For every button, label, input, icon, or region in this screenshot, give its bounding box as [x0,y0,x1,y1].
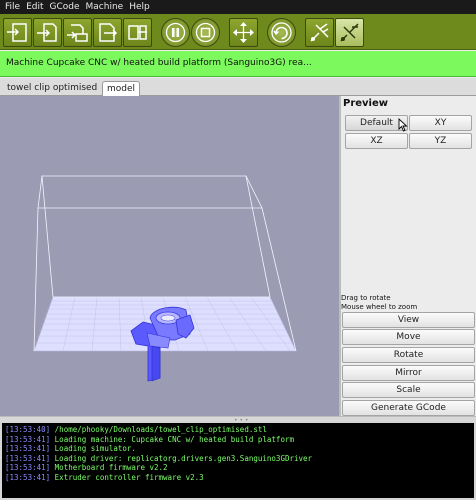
print-sd-icon [99,23,118,42]
pause-button[interactable] [161,18,190,47]
control-panel-button[interactable] [229,18,258,47]
log-line: [13:53:41] Motherboard firmware v2.2 [5,463,168,473]
log-line: [13:53:41] Extruder controller firmware … [5,472,204,482]
yz-view-button[interactable]: YZ [409,133,472,149]
reset-icon [271,22,292,43]
mouse-cursor-icon [398,118,408,132]
build-sd-icon [128,25,147,40]
scale-button[interactable]: Scale [342,382,475,398]
tab-bar: towel clip optimised model [0,78,476,96]
build-file-icon [37,23,57,42]
upload-file-icon [67,24,88,42]
hint-zoom: Mouse wheel to zoom [341,303,418,311]
xy-view-button[interactable]: XY [409,115,472,131]
log-line: [13:53:41] Loading simulator. [5,444,136,454]
connect-icon [310,23,329,42]
disconnect-icon [340,23,359,42]
menu-help[interactable]: Help [126,0,153,14]
hint-rotate: Drag to rotate [341,294,391,302]
reset-button[interactable] [267,18,296,47]
generate-gcode-button[interactable]: Generate GCode [342,400,475,416]
replicatorg-window: File Edit GCode Machine Help Machine Cup… [0,0,476,500]
disconnect-button[interactable] [335,18,364,47]
build-sd-button[interactable] [123,18,152,47]
menu-gcode[interactable]: GCode [47,0,83,14]
preview-title: Preview [343,98,389,109]
model-3d-viewport[interactable] [0,96,339,416]
build-file-button[interactable] [33,18,62,47]
build-to-machine-icon [7,23,27,42]
pause-icon [165,22,186,43]
menu-machine[interactable]: Machine [83,0,127,14]
mirror-button[interactable]: Mirror [342,365,475,381]
print-sd-button[interactable] [93,18,122,47]
log-line: [13:53:41] Loading driver: replicatorg.d… [5,453,313,463]
connect-button[interactable] [305,18,334,47]
console-log: [13:53:40] /home/phooky/Downloads/towel_… [0,421,476,500]
stop-icon [195,22,216,43]
control-panel-icon [233,22,254,43]
upload-file-button[interactable] [63,18,92,47]
tab-model[interactable]: model [102,81,141,96]
rotate-button[interactable]: Rotate [342,347,475,363]
log-line: [13:53:40] /home/phooky/Downloads/towel_… [5,425,267,434]
menu-edit[interactable]: Edit [23,0,46,14]
build-to-machine-button[interactable] [3,18,32,47]
menu-bar: File Edit GCode Machine Help [0,0,476,14]
toolbar [0,14,476,50]
stop-button[interactable] [191,18,220,47]
build-volume-svg [33,175,297,382]
menu-file[interactable]: File [2,0,23,14]
machine-status-bar: Machine Cupcake CNC w/ heated build plat… [0,51,476,77]
log-line: [13:53:41] Loading machine: Cupcake CNC … [5,434,294,444]
move-button[interactable]: Move [342,329,475,345]
tab-gcode[interactable]: towel clip optimised [3,81,101,96]
view-button[interactable]: View [342,312,475,328]
viewport-hint: Drag to rotate Mouse wheel to zoom [341,294,417,312]
preview-panel: Preview Default XY XZ YZ Drag to rotate … [341,96,476,416]
xz-view-button[interactable]: XZ [345,133,408,149]
